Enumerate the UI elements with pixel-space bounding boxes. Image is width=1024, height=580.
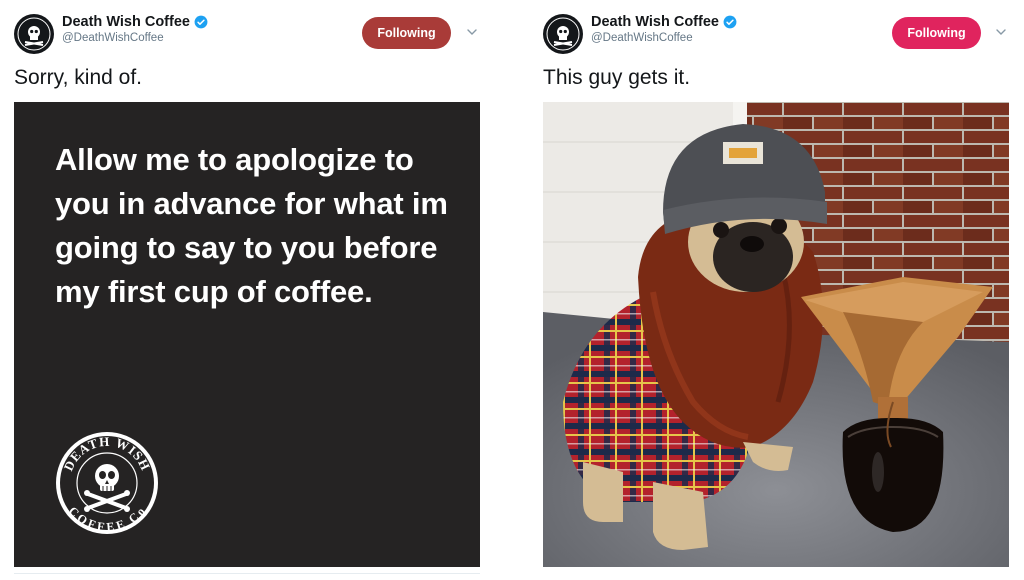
following-button[interactable]: Following	[892, 17, 981, 49]
display-name[interactable]: Death Wish Coffee	[62, 14, 208, 30]
tweet-image[interactable]	[543, 102, 1009, 567]
user-handle[interactable]: @DeathWishCoffee	[591, 32, 737, 44]
skull-logo-icon	[15, 15, 53, 53]
pug-photo	[543, 102, 1009, 567]
tweet-card: Death Wish Coffee @DeathWishCoffee Follo…	[529, 0, 1009, 580]
user-info: Death Wish Coffee @DeathWishCoffee	[62, 14, 208, 44]
tweet-text: Sorry, kind of.	[14, 66, 142, 89]
death-wish-logo-icon: DEATH WISH COFFEE Co	[56, 432, 158, 534]
tweet-card: Death Wish Coffee @DeathWishCoffee Follo…	[0, 0, 480, 580]
user-info: Death Wish Coffee @DeathWishCoffee	[591, 14, 737, 44]
chevron-down-icon[interactable]	[994, 25, 1008, 39]
user-handle[interactable]: @DeathWishCoffee	[62, 32, 208, 44]
verified-badge-icon	[194, 15, 208, 29]
avatar[interactable]	[14, 14, 54, 54]
display-name-text[interactable]: Death Wish Coffee	[591, 14, 719, 30]
display-name-text[interactable]: Death Wish Coffee	[62, 14, 190, 30]
tweet-text: This guy gets it.	[543, 66, 691, 89]
following-button[interactable]: Following	[362, 17, 451, 49]
chevron-down-icon[interactable]	[465, 25, 479, 39]
avatar[interactable]	[543, 14, 583, 54]
skull-logo-icon	[544, 15, 582, 53]
divider	[14, 573, 480, 574]
tweet-image[interactable]: Allow me to apologize to you in advance …	[14, 102, 480, 567]
image-quote-text: Allow me to apologize to you in advance …	[55, 142, 448, 309]
verified-badge-icon	[723, 15, 737, 29]
display-name[interactable]: Death Wish Coffee	[591, 14, 737, 30]
